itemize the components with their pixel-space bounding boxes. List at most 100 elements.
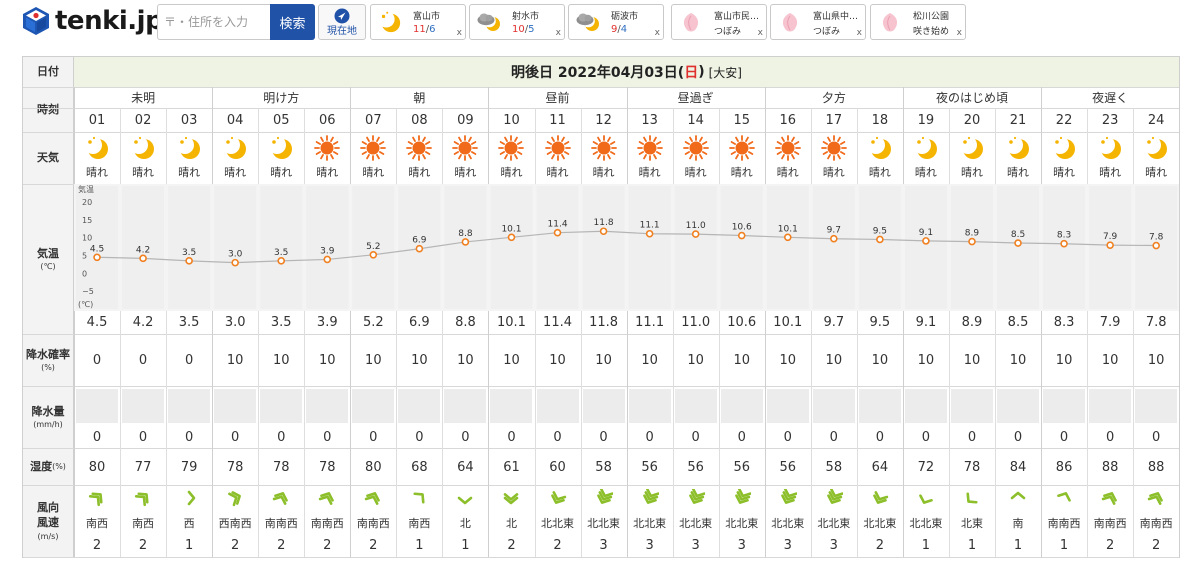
humidity-value: 86 <box>1055 459 1073 475</box>
favorite-close-button[interactable]: x <box>957 28 962 38</box>
precip-value: 0 <box>184 429 194 445</box>
weather-text: 晴れ <box>684 166 707 179</box>
favorite-card[interactable]: 砺波市 9/4 x <box>568 4 664 40</box>
wind-direction: 北 <box>505 517 517 530</box>
temperature-point-label: 8.8 <box>458 229 473 239</box>
humidity-value: 58 <box>595 459 612 475</box>
temperature-value: 8.5 <box>1007 315 1029 330</box>
precip-bar-area <box>950 389 993 423</box>
temperature-point-label: 5.2 <box>366 242 380 252</box>
wind-speed-value: 3 <box>737 537 746 553</box>
humidity-value: 88 <box>1147 459 1165 475</box>
favorite-name: 松川公園 <box>913 12 950 22</box>
wind-arrow-icon <box>365 492 381 505</box>
wind-cell: 西 <box>166 485 212 533</box>
date-close-paren: ) <box>698 64 705 80</box>
wind-cell: 北東 <box>949 485 995 533</box>
favorite-close-button[interactable]: x <box>655 28 660 38</box>
weather-text: 晴れ <box>408 166 431 179</box>
tenki-logo[interactable]: tenki.jp <box>22 5 164 37</box>
hour-label: 16 <box>779 112 797 128</box>
humidity-value: 61 <box>503 459 520 475</box>
sun-icon <box>544 135 571 161</box>
favorite-card[interactable]: 富山市民… つぼみ x <box>671 4 767 40</box>
favorite-card[interactable]: 富山県中… つぼみ x <box>770 4 866 40</box>
search-button[interactable]: 検索 <box>270 4 315 40</box>
temperature-axis-top-label: 気温 <box>78 184 94 194</box>
weather-cell: 晴れ <box>673 132 719 184</box>
favorite-card[interactable]: 富山市 11/6 x <box>370 4 466 40</box>
precip-probability-value: 10 <box>272 353 290 368</box>
hour-label: 01 <box>88 112 106 128</box>
weather-cell: 晴れ <box>488 132 534 184</box>
precip-value: 0 <box>461 429 470 445</box>
precip-value: 0 <box>691 429 700 445</box>
temperature-point-label: 3.9 <box>320 246 335 256</box>
precip-value: 0 <box>138 429 148 445</box>
favorite-card[interactable]: 射水市 10/5 x <box>469 4 565 40</box>
hour-label: 18 <box>871 112 889 128</box>
cherry-blossom-icon <box>683 13 699 32</box>
precip-probability-value: 0 <box>138 353 148 368</box>
precip-probability-value: 10 <box>917 353 935 368</box>
weather-cell: 晴れ <box>1041 132 1087 184</box>
wind-direction: 南西 <box>86 517 109 530</box>
current-location-label: 現在地 <box>327 26 357 37</box>
label-precip-prob-text: 降水確率 <box>26 347 70 361</box>
wind-cell: 北北東 <box>535 485 581 533</box>
precip-probability-value: 10 <box>1101 353 1119 368</box>
temperature-graph-column <box>720 186 763 309</box>
wind-direction: 西南西 <box>218 517 252 530</box>
favorite-close-button[interactable]: x <box>457 28 462 38</box>
label-date: 日付 <box>23 57 74 87</box>
wind-direction: 西 <box>183 517 195 530</box>
address-search-input[interactable] <box>158 5 273 39</box>
temperature-point <box>737 231 746 240</box>
wind-speed-value: 3 <box>829 537 838 553</box>
temperature-graph-column <box>582 186 625 309</box>
wind-speed-value: 3 <box>783 537 792 553</box>
wind-arrow-icon <box>458 496 473 505</box>
precip-probability-value: 10 <box>457 353 474 368</box>
weather-cell: 晴れ <box>995 132 1041 184</box>
precip-value: 0 <box>783 429 792 445</box>
hour-label: 12 <box>595 112 612 128</box>
temperature-graph-column <box>904 186 947 309</box>
weather-text: 晴れ <box>1099 166 1122 179</box>
wind-direction: 北北東 <box>817 517 851 530</box>
weather-text: 晴れ <box>1053 166 1076 179</box>
precip-bar-area <box>582 389 625 423</box>
hour-label: 17 <box>825 112 843 128</box>
humidity-value: 80 <box>88 459 106 475</box>
favorite-low-temp: 6 <box>429 24 436 35</box>
precip-value: 0 <box>1105 429 1115 445</box>
favorite-close-button[interactable]: x <box>857 28 862 38</box>
current-location-button[interactable]: 現在地 <box>318 4 366 40</box>
temperature-point <box>139 254 147 263</box>
temperature-axis-tick: 5 <box>82 252 87 261</box>
temperature-value: 6.9 <box>409 315 430 330</box>
forecast-date: 明後日 2022年04月03日(日) [大安] <box>74 57 1179 87</box>
label-weather-text: 天気 <box>37 151 59 165</box>
temperature-axis-tick: 10 <box>82 234 92 243</box>
wind-direction: 北北東 <box>863 517 897 530</box>
favorite-close-button[interactable]: x <box>556 28 561 38</box>
weather-cell: 晴れ <box>535 132 581 184</box>
temperature-point-label: 11.8 <box>594 218 614 228</box>
precip-value: 0 <box>323 429 332 445</box>
wind-direction: 北東 <box>960 517 983 530</box>
wind-cell: 南西 <box>120 485 166 533</box>
temperature-value: 3.5 <box>178 315 200 330</box>
wind-cell: 北北東 <box>903 485 949 533</box>
wind-arrow-icon <box>550 491 566 504</box>
favorite-card[interactable]: 松川公園 咲き始め x <box>870 4 966 40</box>
wind-arrow-icon <box>1057 492 1071 502</box>
favorite-close-button[interactable]: x <box>758 28 763 38</box>
precip-probability-value: 10 <box>411 353 428 368</box>
label-wind-dir-text: 風向 <box>37 501 59 515</box>
weather-cell: 晴れ <box>120 132 166 184</box>
time-period-label: 夜遅く <box>1092 91 1129 105</box>
moon-icon <box>912 136 937 159</box>
temperature-point <box>231 258 239 267</box>
precip-probability-value: 10 <box>733 353 750 368</box>
